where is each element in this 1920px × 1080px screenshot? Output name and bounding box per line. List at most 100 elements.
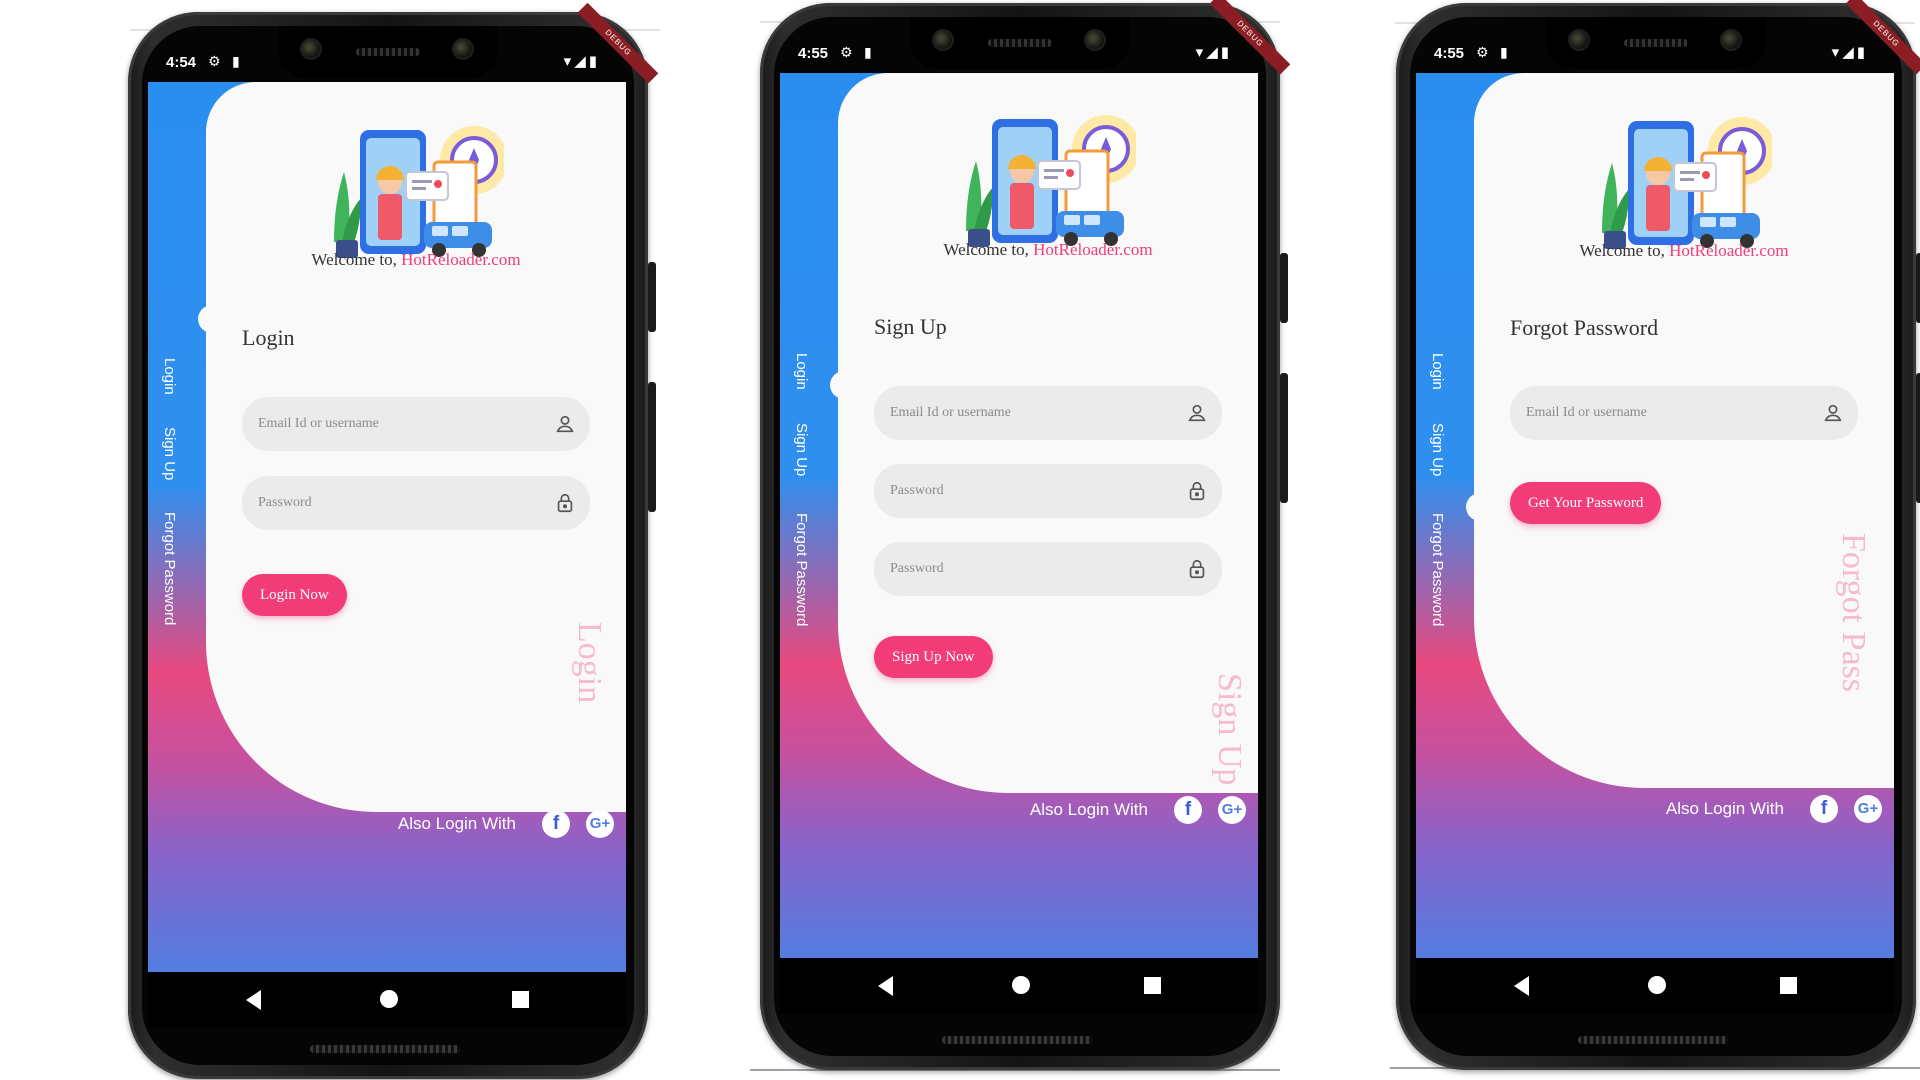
facebook-icon: f bbox=[1184, 799, 1192, 820]
password-input[interactable] bbox=[242, 476, 590, 530]
settings-status-icon: ⚙ bbox=[1476, 44, 1489, 60]
watermark-text: Login bbox=[571, 622, 608, 704]
google-plus-icon: G+ bbox=[1221, 801, 1243, 818]
username-input[interactable] bbox=[874, 386, 1222, 440]
active-tab-indicator bbox=[830, 371, 846, 399]
active-tab-indicator bbox=[198, 305, 214, 333]
side-tab-sign-up[interactable]: Sign Up bbox=[1429, 423, 1446, 476]
side-button bbox=[648, 382, 656, 512]
lock-icon bbox=[1186, 480, 1208, 502]
settings-status-icon: ⚙ bbox=[840, 44, 853, 60]
password-input[interactable] bbox=[874, 464, 1222, 518]
facebook-login-button[interactable]: f bbox=[542, 810, 570, 838]
side-tab-sign-up[interactable]: Sign Up bbox=[793, 423, 810, 476]
welcome-text: Welcome to, HotReloader.com bbox=[838, 240, 1258, 260]
facebook-icon: f bbox=[552, 813, 560, 834]
form-title: Login bbox=[242, 325, 295, 350]
app-screen: Welcome to, HotReloader.com Forgot Passw… bbox=[1416, 73, 1894, 968]
active-tab-indicator bbox=[1466, 493, 1482, 521]
showcase-stage: Welcome to, HotReloader.com Login Login … bbox=[0, 0, 1920, 1080]
facebook-login-button[interactable]: f bbox=[1810, 795, 1838, 823]
camera-lens-icon bbox=[932, 29, 954, 51]
welcome-prefix: Welcome to, bbox=[943, 240, 1034, 259]
android-nav-bar bbox=[1416, 958, 1894, 1014]
recents-icon[interactable] bbox=[1780, 977, 1797, 994]
android-nav-bar bbox=[148, 972, 626, 1028]
side-button bbox=[648, 262, 656, 332]
camera-lens-icon bbox=[300, 38, 322, 60]
home-icon[interactable] bbox=[380, 990, 398, 1008]
bottom-speaker-grille bbox=[310, 1045, 460, 1053]
side-tab-sign-up[interactable]: Sign Up bbox=[161, 427, 178, 480]
bottom-speaker-grille bbox=[1578, 1036, 1728, 1044]
also-login-label: Also Login With bbox=[397, 814, 516, 833]
brand-link[interactable]: HotReloader.com bbox=[1669, 241, 1788, 260]
watermark-text: Forgot Pass bbox=[1835, 533, 1872, 693]
password-field[interactable] bbox=[242, 476, 590, 530]
password-field[interactable] bbox=[874, 542, 1222, 596]
side-tab-login[interactable]: Login bbox=[793, 353, 810, 390]
earpiece-speaker bbox=[988, 39, 1052, 47]
username-field[interactable] bbox=[242, 397, 590, 451]
lock-icon bbox=[554, 492, 576, 514]
lock-icon bbox=[1186, 558, 1208, 580]
home-icon[interactable] bbox=[1648, 976, 1666, 994]
form-title: Sign Up bbox=[874, 314, 947, 339]
welcome-prefix: Welcome to, bbox=[311, 250, 402, 269]
primary-action-button[interactable]: Sign Up Now bbox=[874, 636, 993, 678]
camera-notch bbox=[1546, 17, 1766, 69]
primary-action-button[interactable]: Get Your Password bbox=[1510, 482, 1662, 524]
side-button bbox=[1916, 253, 1920, 323]
form-card: Welcome to, HotReloader.com Login Login … bbox=[206, 82, 626, 812]
camera-lens-icon bbox=[452, 38, 474, 60]
username-field[interactable] bbox=[874, 386, 1222, 440]
signal-battery-icons: ▾◢▮ bbox=[1195, 44, 1232, 61]
username-field[interactable] bbox=[1510, 386, 1858, 440]
status-time: 4:55 bbox=[798, 45, 829, 62]
user-icon bbox=[1186, 402, 1208, 424]
google-plus-icon: G+ bbox=[589, 815, 611, 832]
welcome-text: Welcome to, HotReloader.com bbox=[1474, 241, 1894, 261]
facebook-login-button[interactable]: f bbox=[1174, 796, 1202, 824]
form-card: Welcome to, HotReloader.com Forgot Passw… bbox=[1474, 73, 1894, 788]
user-icon bbox=[1822, 402, 1844, 424]
signal-battery-icons: ▾◢▮ bbox=[1831, 44, 1868, 61]
form-title: Forgot Password bbox=[1510, 315, 1659, 340]
sd-card-icon: ▮ bbox=[1500, 44, 1508, 60]
side-button bbox=[1916, 373, 1920, 503]
username-input[interactable] bbox=[242, 397, 590, 451]
status-time: 4:54 bbox=[166, 54, 197, 71]
home-icon[interactable] bbox=[1012, 976, 1030, 994]
username-input[interactable] bbox=[1510, 386, 1858, 440]
password-field[interactable] bbox=[874, 464, 1222, 518]
camera-lens-icon bbox=[1084, 29, 1106, 51]
side-button bbox=[1280, 253, 1288, 323]
recents-icon[interactable] bbox=[1144, 977, 1161, 994]
back-icon[interactable] bbox=[1514, 976, 1529, 996]
google-login-button[interactable]: G+ bbox=[1854, 795, 1882, 823]
welcome-prefix: Welcome to, bbox=[1579, 241, 1670, 260]
side-tab-forgot-password[interactable]: Forgot Password bbox=[161, 512, 178, 625]
google-login-button[interactable]: G+ bbox=[1218, 796, 1246, 824]
phone-mockup: Welcome to, HotReloader.com Forgot Passw… bbox=[1396, 0, 1920, 1070]
back-icon[interactable] bbox=[878, 976, 893, 996]
back-icon[interactable] bbox=[246, 990, 261, 1010]
watermark-text: Sign Up bbox=[1211, 673, 1248, 786]
google-login-button[interactable]: G+ bbox=[586, 810, 614, 838]
phone-mockup: Welcome to, HotReloader.com Sign Up Sign… bbox=[760, 0, 1291, 1070]
welcome-text: Welcome to, HotReloader.com bbox=[206, 250, 626, 270]
brand-link[interactable]: HotReloader.com bbox=[1033, 240, 1152, 259]
signal-battery-icons: ▾◢▮ bbox=[563, 53, 600, 70]
side-tab-forgot-password[interactable]: Forgot Password bbox=[793, 513, 810, 626]
brand-link[interactable]: HotReloader.com bbox=[401, 250, 520, 269]
status-time: 4:55 bbox=[1434, 45, 1465, 62]
camera-lens-icon bbox=[1568, 29, 1590, 51]
bottom-speaker-grille bbox=[942, 1036, 1092, 1044]
primary-action-button[interactable]: Login Now bbox=[242, 574, 347, 616]
side-tab-forgot-password[interactable]: Forgot Password bbox=[1429, 513, 1446, 626]
camera-notch bbox=[910, 17, 1130, 69]
side-tab-login[interactable]: Login bbox=[161, 358, 178, 395]
password-input[interactable] bbox=[874, 542, 1222, 596]
recents-icon[interactable] bbox=[512, 991, 529, 1008]
side-tab-login[interactable]: Login bbox=[1429, 353, 1446, 390]
